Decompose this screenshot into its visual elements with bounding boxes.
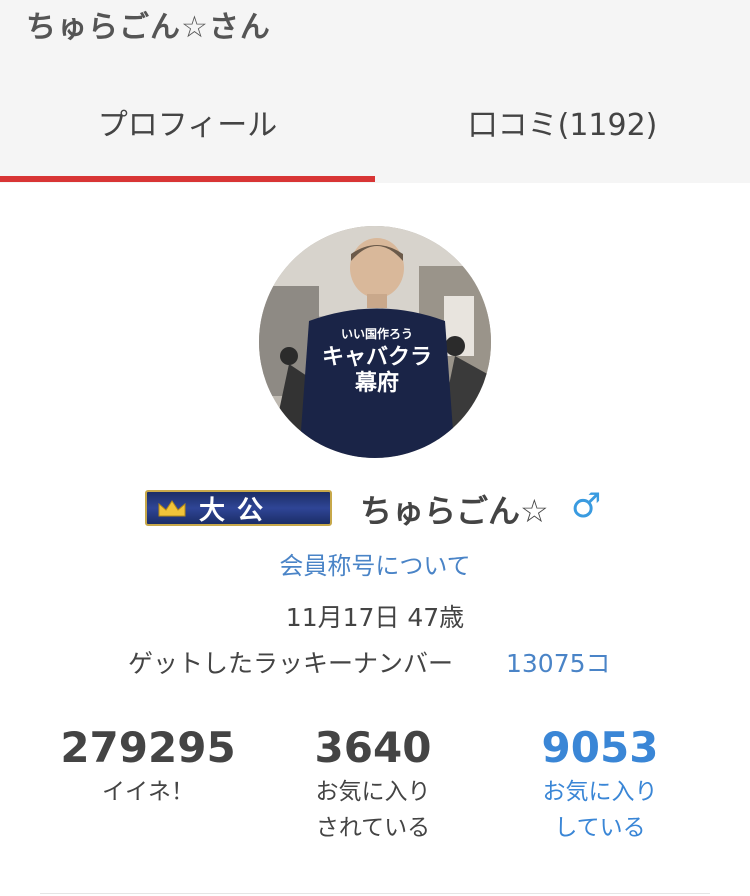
crown-icon [157, 498, 187, 518]
stat-favoriting-label-2[interactable]: している [505, 810, 695, 846]
username: ちゅらごん☆ [360, 492, 549, 530]
stat-likes: 279295 イイネ！ [48, 722, 248, 810]
rank-badge: 大公 [145, 490, 332, 526]
lucky-number-link[interactable]: 13075コ [506, 644, 611, 680]
header: ちゅらごん☆さん プロフィール 口コミ(1192) [0, 0, 750, 183]
svg-text:いい国作ろう: いい国作ろう [341, 326, 413, 341]
rank-badge-label: 大公 [199, 495, 276, 526]
member-title-link[interactable]: 会員称号について [0, 546, 750, 581]
stat-favorited-label-1: お気に入り [315, 779, 431, 805]
stat-favorited: 3640 お気に入り されている [278, 722, 468, 846]
divider [40, 893, 710, 894]
svg-text:幕府: 幕府 [354, 370, 399, 396]
lucky-number-label: ゲットしたラッキーナンバー [128, 649, 454, 678]
stat-favorited-value: 3640 [314, 723, 432, 772]
svg-text:キャバクラ: キャバクラ [322, 345, 432, 370]
tab-bar: プロフィール 口コミ(1192) [0, 90, 750, 183]
stat-likes-value: 279295 [60, 723, 236, 772]
stat-likes-label: イイネ！ [102, 779, 194, 805]
male-icon: ♂ [571, 486, 602, 526]
avatar-photo: いい国作ろう キャバクラ 幕府 [259, 226, 491, 458]
stat-favoriting[interactable]: 9053 お気に入り している [505, 722, 695, 846]
birthday-age: 11月17日 47歳 [285, 603, 465, 632]
tab-reviews[interactable]: 口コミ(1192) [375, 90, 750, 183]
stat-favoriting-value[interactable]: 9053 [505, 722, 695, 774]
tab-profile[interactable]: プロフィール [0, 90, 375, 183]
active-tab-indicator [0, 176, 375, 182]
page-title: ちゅらごん☆さん [26, 10, 271, 45]
stat-favoriting-label-1[interactable]: お気に入り [505, 774, 695, 810]
stat-favorited-label-2: されている [315, 815, 431, 841]
avatar[interactable]: いい国作ろう キャバクラ 幕府 [259, 226, 491, 458]
